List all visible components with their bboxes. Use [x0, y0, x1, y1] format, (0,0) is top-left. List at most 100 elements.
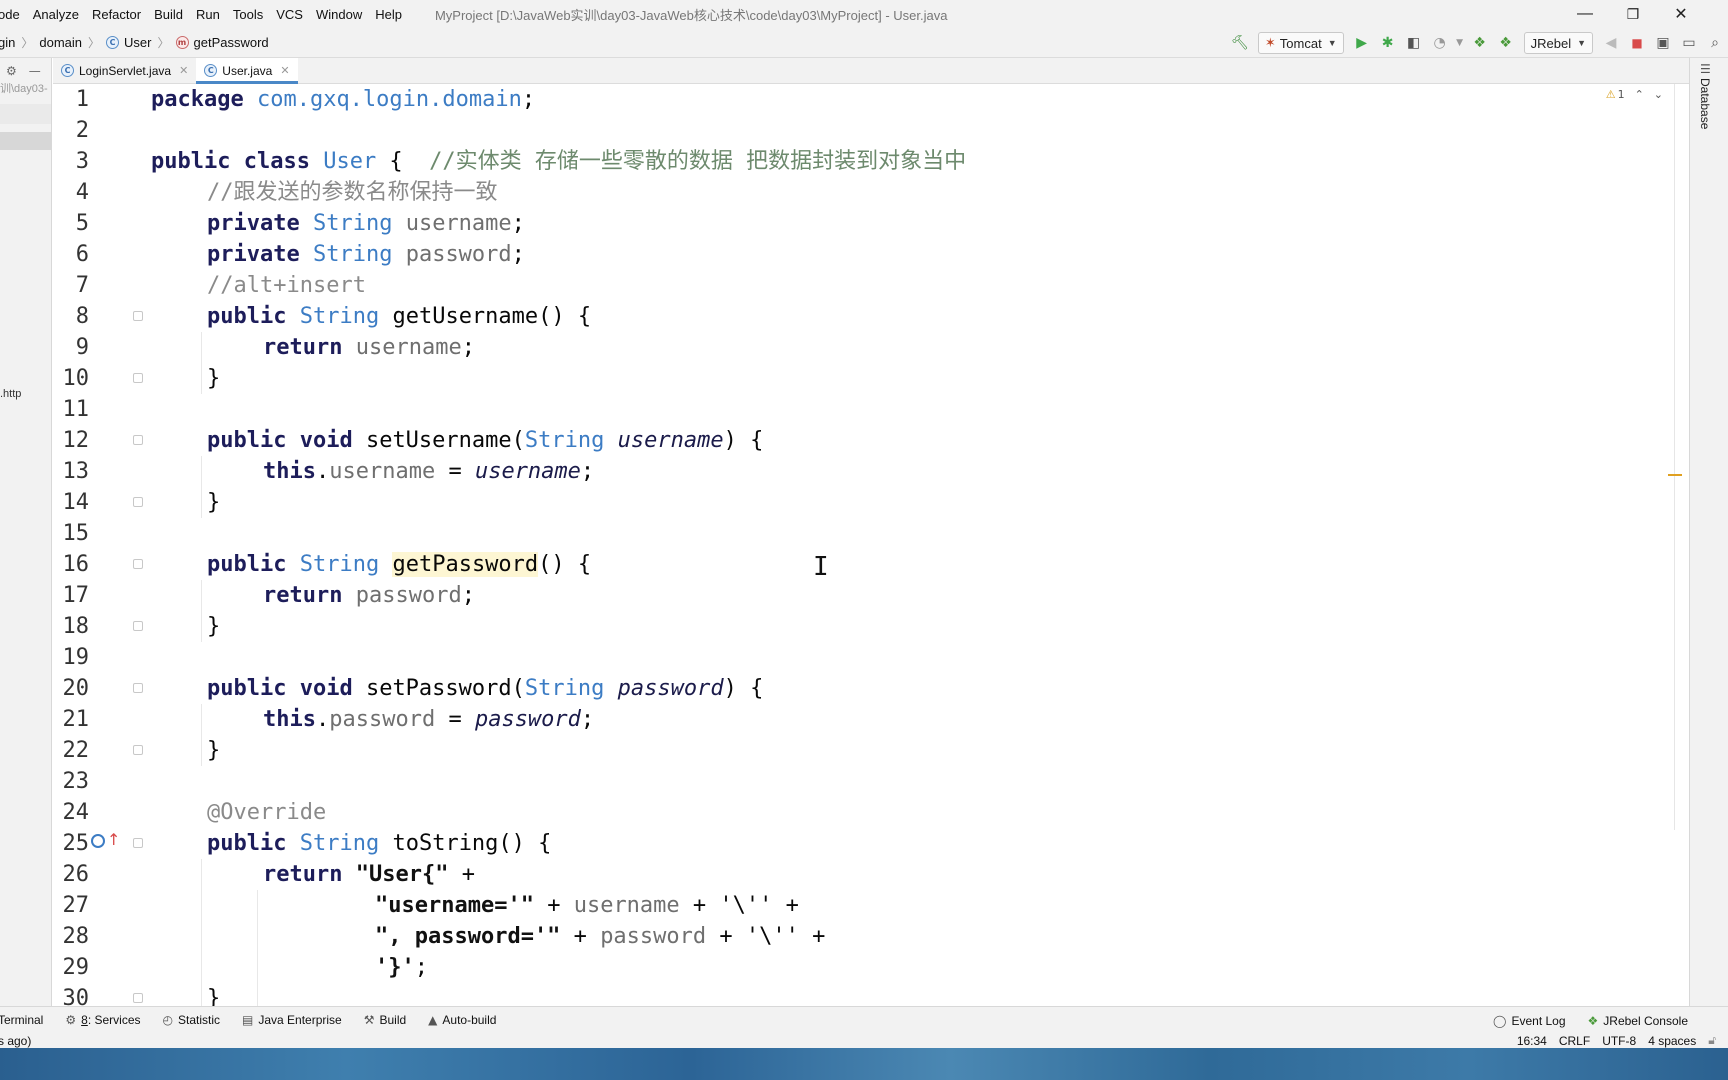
jrebel-run-icon[interactable]: ❖	[1468, 32, 1492, 54]
fold-marker-icon[interactable]	[133, 373, 143, 383]
lock-icon[interactable]: 🔓︎	[1708, 1033, 1716, 1048]
fold-marker-icon[interactable]	[133, 311, 143, 321]
punct: .	[315, 459, 330, 484]
menu-refactor[interactable]: Refactor	[92, 7, 148, 22]
fold-marker-icon[interactable]	[133, 621, 143, 631]
scrollbar-track[interactable]	[1674, 84, 1675, 830]
field: password	[329, 707, 436, 732]
close-icon[interactable]: ✕	[280, 64, 289, 77]
fold-marker-icon[interactable]	[133, 745, 143, 755]
code-line: public String getPassword() {	[207, 549, 591, 580]
services-tool-button[interactable]: ⚙ 8: Services	[65, 1013, 140, 1027]
gear-icon[interactable]: ⚙	[6, 64, 17, 78]
stop-icon[interactable]: ■	[1625, 32, 1649, 54]
hammer-icon: ⚒	[363, 1013, 375, 1027]
rerun-icon[interactable]: ◀	[1599, 32, 1623, 54]
menu-tools[interactable]: Tools	[233, 7, 270, 22]
menu-help[interactable]: Help	[375, 7, 409, 22]
statistic-tool-button[interactable]: ◴ Statistic	[163, 1013, 221, 1027]
arrow-up-icon[interactable]: ↑	[107, 830, 120, 849]
profile-icon[interactable]: ◔	[1428, 32, 1452, 54]
code-editor[interactable]: 1 2 3 4 5 6 7 8 9 10 11 12 13 14 15 16 17 18 19 20 21 22 23 24 2…	[53, 84, 1673, 1006]
inspection-widget[interactable]: ⚠ 1 ⌃ ⌄	[1593, 84, 1663, 104]
tab-user[interactable]: C User.java ✕	[196, 58, 298, 84]
operator: +	[533, 893, 574, 918]
jrebel-label: JRebel	[1530, 35, 1572, 51]
breadcrumb-getpassword[interactable]: m getPassword	[175, 35, 269, 50]
project-path-item[interactable]: 训\day03-	[0, 80, 48, 96]
close-icon[interactable]: ✕	[179, 64, 188, 77]
tomcat-icon: ✶	[1264, 35, 1276, 51]
tool-label: Terminal	[0, 1013, 44, 1027]
punct: ;	[511, 211, 525, 236]
punct: .	[315, 707, 330, 732]
fold-marker-icon[interactable]	[133, 559, 143, 569]
restore-button[interactable]: ❐	[1610, 0, 1656, 28]
indent-guide	[201, 456, 202, 518]
terminal-tool-button[interactable]: Terminal	[0, 1013, 43, 1027]
menu-vcs[interactable]: VCS	[276, 7, 310, 22]
code-line: return username;	[263, 332, 475, 363]
line-number: 16	[62, 552, 90, 577]
menu-analyze[interactable]: Analyze	[33, 7, 86, 22]
jrebel-console-tool-button[interactable]: ❖ JRebel Console	[1588, 1014, 1688, 1028]
status-message[interactable]: s ago)	[0, 1034, 31, 1048]
build-hammer-icon[interactable]: 🔨︎	[1228, 32, 1252, 54]
close-window-button[interactable]: ✕	[1658, 0, 1704, 28]
coverage-icon[interactable]: ◧	[1402, 32, 1426, 54]
parameter: password	[617, 676, 724, 701]
override-icon[interactable]	[91, 834, 105, 848]
indent-setting[interactable]: 4 spaces	[1648, 1034, 1696, 1048]
menu-run[interactable]: Run	[196, 7, 227, 22]
line-separator[interactable]: CRLF	[1559, 1034, 1590, 1048]
keyword: private	[207, 242, 300, 267]
fold-marker-icon[interactable]	[133, 993, 143, 1003]
menu-code[interactable]: ode	[0, 7, 27, 22]
run-config-select[interactable]: ✶ Tomcat ▼	[1257, 32, 1344, 54]
run-icon[interactable]: ▶	[1350, 32, 1374, 54]
annotation: @Override	[207, 800, 327, 825]
operator: =	[435, 707, 475, 732]
build-tool-button[interactable]: ⚒ Build	[364, 1013, 406, 1027]
operator: +	[448, 862, 475, 887]
event-log-tool-button[interactable]: ◯ Event Log	[1493, 1014, 1565, 1028]
keyword: return	[263, 862, 343, 887]
minimize-button[interactable]: —	[1562, 0, 1608, 28]
minimize-panel-icon[interactable]: —	[29, 64, 41, 78]
jrebel-debug-icon[interactable]: ❖	[1494, 32, 1518, 54]
tab-loginservlet[interactable]: C LoginServlet.java ✕	[53, 58, 196, 83]
breadcrumb-login[interactable]: gin	[0, 35, 15, 50]
caret-position[interactable]: 16:34	[1517, 1034, 1547, 1048]
search-icon[interactable]: ⌕	[1703, 32, 1727, 54]
chevron-up-icon[interactable]: ⌃	[1635, 88, 1644, 101]
breadcrumb-domain[interactable]: domain	[39, 35, 82, 50]
scrollbar-marker[interactable]	[1668, 474, 1682, 476]
method-name: setPassword(	[352, 676, 525, 701]
presentation-icon[interactable]: ▭	[1677, 32, 1701, 54]
java-enterprise-tool-button[interactable]: ▤ Java Enterprise	[242, 1013, 342, 1027]
menu-build[interactable]: Build	[154, 7, 190, 22]
breadcrumb-user[interactable]: C User	[106, 35, 151, 50]
database-tool-button[interactable]: Database	[1698, 78, 1712, 129]
project-structure-icon[interactable]: ▣	[1651, 32, 1675, 54]
navigation-bar: gin 〉 domain 〉 C User 〉 m getPassword 🔨︎ ✶…	[0, 28, 1728, 58]
fold-marker-icon[interactable]	[133, 497, 143, 507]
jrebel-select[interactable]: JRebel ▼	[1523, 32, 1593, 54]
menu-window[interactable]: Window	[316, 7, 369, 22]
indent-guide	[201, 704, 202, 766]
fold-marker-icon[interactable]	[133, 683, 143, 693]
chevron-down-icon[interactable]: ▼	[1454, 32, 1466, 54]
debug-icon[interactable]: ✱	[1376, 32, 1400, 54]
chevron-down-icon[interactable]: ⌄	[1654, 88, 1663, 101]
line-gutter: 1 2 3 4 5 6 7 8 9 10 11 12 13 14 15 16 17 18 19 20 21 22 23 24 2…	[53, 84, 143, 1006]
warning-count: 1	[1617, 87, 1625, 101]
code-line: }	[207, 983, 220, 1006]
autobuild-tool-button[interactable]: ▲ Auto-build	[428, 1013, 496, 1027]
fold-marker-icon[interactable]	[133, 838, 143, 848]
fold-marker-icon[interactable]	[133, 435, 143, 445]
file-encoding[interactable]: UTF-8	[1602, 1034, 1636, 1048]
tree-row-selected[interactable]	[0, 132, 51, 150]
http-file-item[interactable]: .http	[0, 388, 21, 400]
right-tool-strip: ☰ Database	[1689, 58, 1728, 1006]
tree-row[interactable]	[0, 104, 51, 124]
